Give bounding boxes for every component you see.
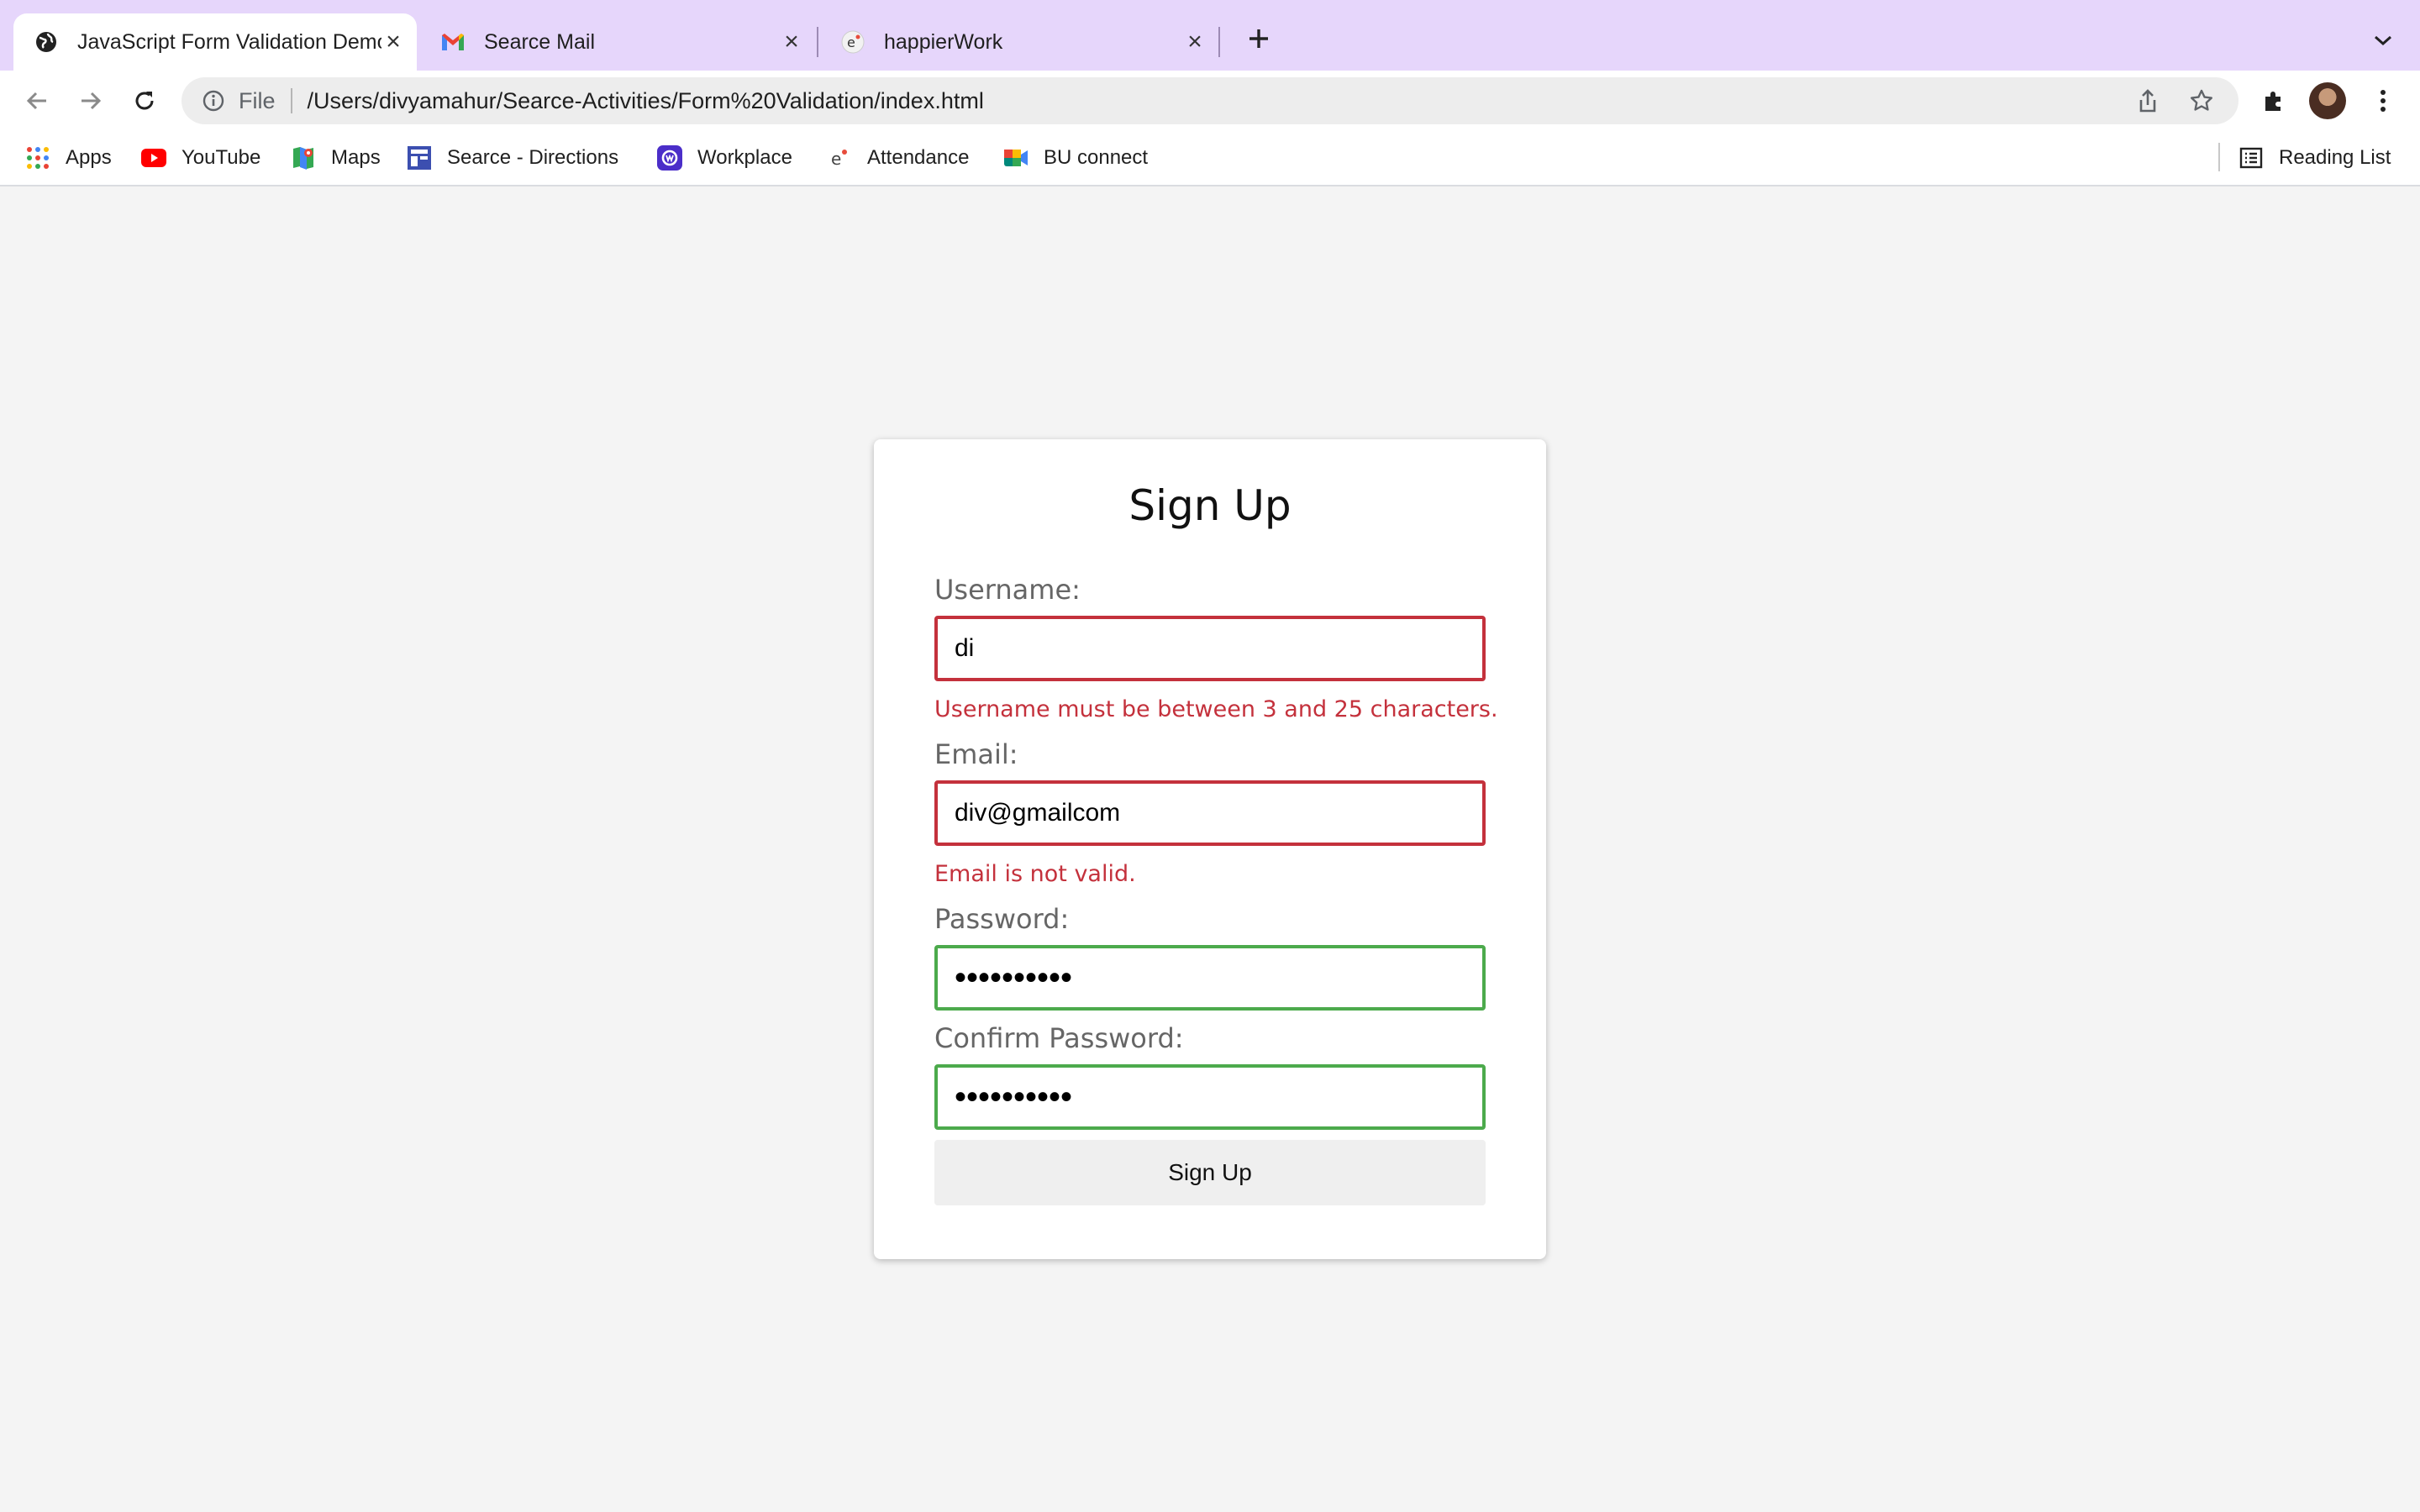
workplace-icon <box>657 145 682 171</box>
happierwork-icon: e <box>840 29 865 55</box>
apps-grid-icon <box>25 145 50 171</box>
username-label: Username: <box>934 574 1081 606</box>
sign-up-button[interactable]: Sign Up <box>934 1140 1486 1205</box>
back-arrow-icon[interactable] <box>18 82 55 119</box>
tab-title: Searce Mail <box>484 29 595 54</box>
meet-icon <box>1003 145 1028 171</box>
browser-toolbar: File /Users/divyamahur/Searce-Activities… <box>0 71 2420 131</box>
close-tab-icon[interactable]: × <box>1183 28 1207 55</box>
bookmark-label: Searce - Directions <box>447 146 619 169</box>
bookmarks-separator <box>2218 143 2220 171</box>
reload-icon[interactable] <box>126 82 163 119</box>
more-menu-icon[interactable] <box>2365 82 2402 119</box>
globe-icon <box>34 29 59 55</box>
bookmark-label: YouTube <box>182 146 261 169</box>
forward-arrow-icon[interactable] <box>72 82 109 119</box>
email-error: Email is not valid. <box>934 861 1136 887</box>
bookmark-star-icon[interactable] <box>2185 84 2218 118</box>
maps-icon <box>291 145 316 171</box>
bookmarks-bar: Apps YouTube Maps Searce - Directions Wo… <box>0 131 2420 186</box>
reading-list-label: Reading List <box>2279 146 2391 169</box>
tab-separator <box>1218 27 1220 57</box>
signup-form-card: Sign Up Username: di Username must be be… <box>874 439 1546 1259</box>
username-error: Username must be between 3 and 25 charac… <box>934 696 1498 722</box>
tab-strip: JavaScript Form Validation Demo × Searce… <box>0 0 2420 71</box>
tab-form-validation[interactable]: JavaScript Form Validation Demo × <box>13 13 417 71</box>
youtube-icon <box>141 145 166 171</box>
close-tab-icon[interactable]: × <box>381 28 405 55</box>
new-tab-icon[interactable] <box>1242 22 1276 55</box>
form-title: Sign Up <box>1128 481 1292 530</box>
bookmark-label: Apps <box>66 146 112 169</box>
tab-title: happierWork <box>884 29 1003 54</box>
url-text[interactable]: /Users/divyamahur/Searce-Activities/Form… <box>308 88 2131 114</box>
extensions-puzzle-icon[interactable] <box>2255 82 2292 119</box>
password-label: Password: <box>934 903 1070 935</box>
tab-separator <box>817 27 818 57</box>
share-icon[interactable] <box>2131 84 2165 118</box>
address-bar[interactable]: File /Users/divyamahur/Searce-Activities… <box>182 77 2238 124</box>
bookmark-workplace[interactable]: Workplace <box>657 143 792 173</box>
bookmark-youtube[interactable]: YouTube <box>141 143 260 173</box>
confirm-password-input[interactable]: •••••••••• <box>934 1064 1486 1130</box>
bookmark-apps[interactable]: Apps <box>25 143 112 173</box>
browser-window: JavaScript Form Validation Demo × Searce… <box>0 0 2420 1512</box>
bookmark-attendance[interactable]: e Attendance <box>827 143 969 173</box>
bookmark-label: Maps <box>331 146 381 169</box>
svg-text:e: e <box>847 34 855 50</box>
directions-icon <box>407 145 432 171</box>
profile-avatar[interactable] <box>2309 82 2346 119</box>
bookmark-searce-directions[interactable]: Searce - Directions <box>407 143 618 173</box>
bookmark-bu-connect[interactable]: BU connect <box>1003 143 1148 173</box>
email-input[interactable]: div@gmailcom <box>934 780 1486 846</box>
bookmark-maps[interactable]: Maps <box>291 143 381 173</box>
confirm-password-label: Confirm Password: <box>934 1022 1184 1054</box>
chevron-down-icon[interactable] <box>2368 25 2398 55</box>
attendance-icon: e <box>827 145 852 171</box>
bookmark-label: Workplace <box>697 146 792 169</box>
reading-list-icon <box>2238 145 2264 171</box>
bookmark-label: Attendance <box>867 146 970 169</box>
info-icon[interactable] <box>200 87 227 114</box>
tab-title: JavaScript Form Validation Demo <box>77 29 381 54</box>
page-content: Sign Up Username: di Username must be be… <box>0 186 2420 1512</box>
svg-text:e: e <box>831 149 841 169</box>
url-scheme: File <box>239 87 276 113</box>
tab-searce-mail[interactable]: Searce Mail × <box>420 13 815 71</box>
tab-happierwork[interactable]: e happierWork × <box>820 13 1218 71</box>
close-tab-icon[interactable]: × <box>780 28 803 55</box>
username-input[interactable]: di <box>934 616 1486 681</box>
email-label: Email: <box>934 738 1018 770</box>
password-input[interactable]: •••••••••• <box>934 945 1486 1011</box>
omnibox-divider <box>290 88 292 113</box>
gmail-icon <box>440 29 466 55</box>
reading-list-button[interactable]: Reading List <box>2238 143 2391 173</box>
bookmark-label: BU connect <box>1044 146 1149 169</box>
